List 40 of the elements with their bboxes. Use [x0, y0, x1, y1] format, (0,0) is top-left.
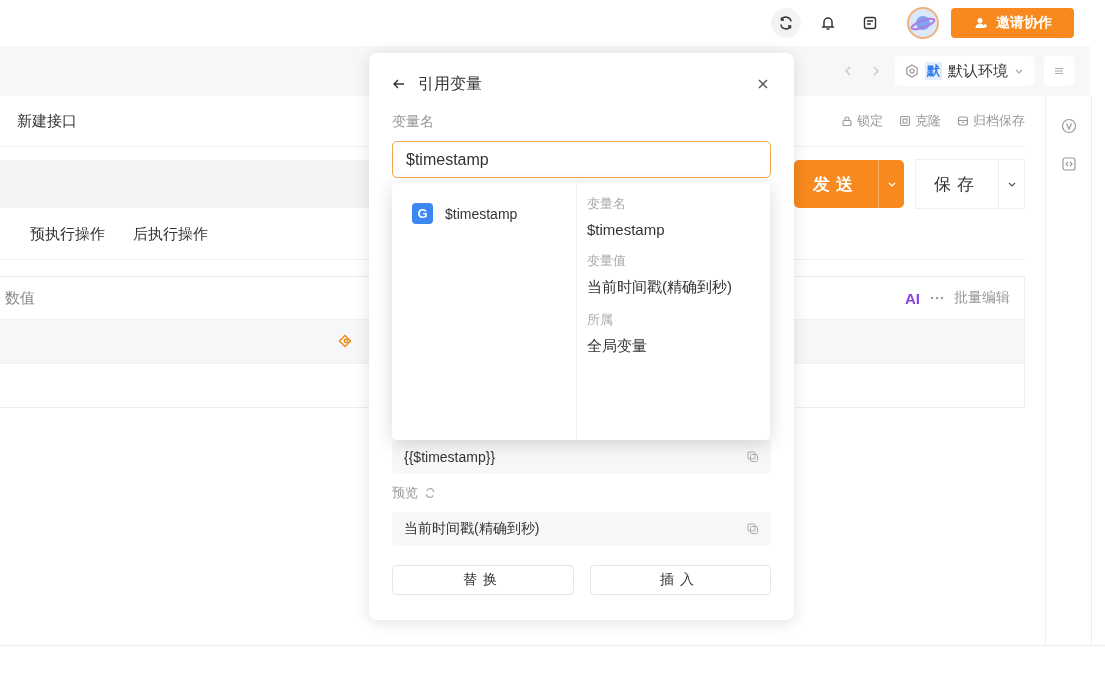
hexagon-icon	[905, 64, 919, 78]
lock-icon	[841, 115, 853, 127]
variable-icon[interactable]	[338, 334, 352, 348]
detail-label: 变量名	[587, 195, 626, 213]
preview-label: 预览	[392, 484, 418, 502]
request-name[interactable]: 新建接口	[0, 111, 77, 131]
column-header: 数值	[5, 288, 35, 308]
menu-icon[interactable]	[1044, 56, 1074, 86]
clone-icon	[899, 115, 911, 127]
environment-selector[interactable]: 默 默认环境	[895, 56, 1034, 86]
detail-label: 变量值	[587, 252, 626, 270]
action-button[interactable]: 替换	[392, 565, 574, 595]
close-icon[interactable]	[757, 78, 769, 90]
suggestion-item[interactable]: $timestamp	[445, 205, 518, 222]
variable-circle-icon[interactable]	[1060, 118, 1077, 134]
field-label: 变量名	[392, 113, 434, 131]
detail-value: 当前时间戳(精确到秒)	[587, 278, 732, 297]
popup-title: 引用变量	[418, 73, 482, 94]
code-icon[interactable]	[1060, 156, 1077, 172]
variable-name-field[interactable]: $timestamp	[392, 141, 771, 178]
chevron-left-icon[interactable]	[844, 66, 852, 76]
detail-value: $timestamp	[587, 221, 665, 238]
detail-label: 所属	[587, 311, 613, 329]
ai-label[interactable]: AI	[905, 289, 920, 307]
refresh-icon[interactable]	[771, 8, 801, 38]
expression-text: {{$timestamp}}	[404, 449, 496, 465]
back-arrow-icon[interactable]	[392, 77, 406, 91]
tab[interactable]: 后执行操作	[133, 224, 208, 244]
chevron-right-icon[interactable]	[872, 66, 880, 76]
preview-text: 当前时间戳(精确到秒)	[404, 520, 540, 538]
user-add-icon	[973, 16, 988, 30]
archive-icon	[957, 115, 969, 127]
action-button[interactable]: 插入	[589, 565, 771, 595]
copy-icon[interactable]	[747, 523, 759, 535]
global-badge: G	[412, 203, 433, 224]
tab[interactable]: 预执行操作	[30, 224, 105, 244]
detail-value: 全局变量	[587, 337, 647, 356]
copy-icon[interactable]	[747, 451, 759, 463]
more-icon[interactable]	[930, 296, 944, 300]
avatar[interactable]	[907, 7, 939, 39]
